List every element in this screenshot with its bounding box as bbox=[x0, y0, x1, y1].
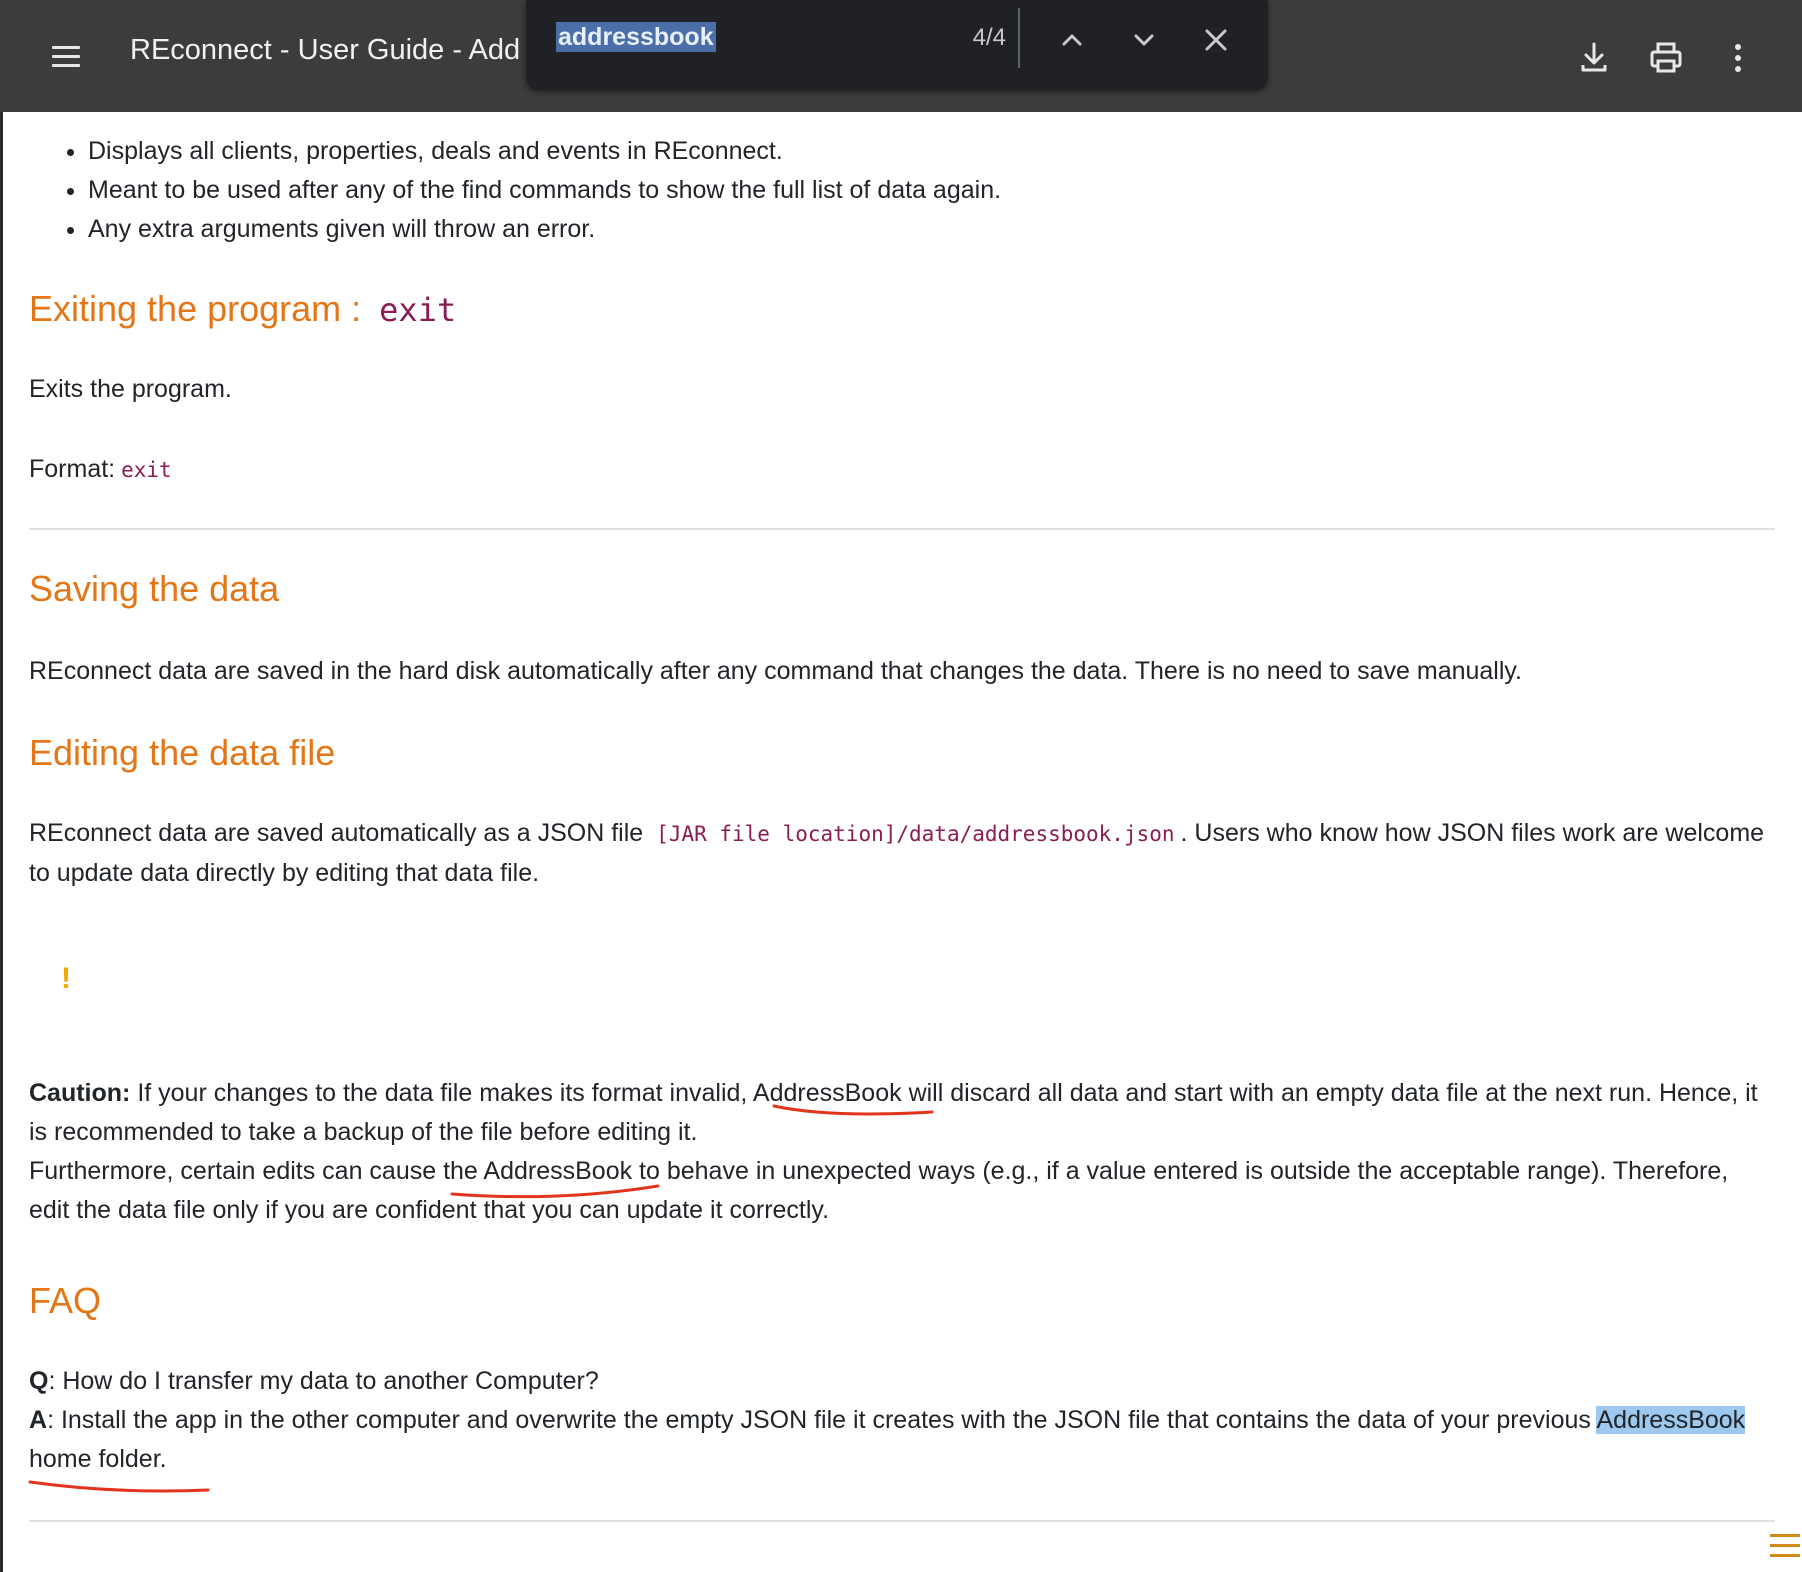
faq-a-text: : Install the app in the other computer … bbox=[47, 1406, 1591, 1434]
caution-part: If your changes to the data file makes i… bbox=[130, 1079, 753, 1107]
document-title: REconnect - User Guide - Add bbox=[130, 34, 521, 66]
data-file-path-code: [JAR file location]/data/addressbook.jso… bbox=[656, 822, 1175, 846]
exit-description: Exits the program. bbox=[29, 375, 232, 403]
find-match-count: 4/4 bbox=[972, 24, 1006, 51]
faq-answer: Q: How do I transfer my data to another … bbox=[29, 1362, 1775, 1479]
caution-text: Caution: If your changes to the data fil… bbox=[29, 1074, 1775, 1230]
caution-part: Furthermore, certain edits can cause the bbox=[29, 1157, 484, 1185]
caution-label: Caution: bbox=[29, 1079, 131, 1107]
section-divider bbox=[29, 528, 1775, 530]
editing-text: REconnect data are saved automatically a… bbox=[29, 814, 1775, 893]
find-separator bbox=[1018, 8, 1020, 68]
download-icon[interactable] bbox=[1572, 36, 1616, 80]
annotation-underline bbox=[450, 1184, 660, 1199]
bullet-list: Displays all clients, properties, deals … bbox=[29, 132, 1001, 249]
editing-text-before: REconnect data are saved automatically a… bbox=[29, 819, 644, 847]
more-vert-icon[interactable] bbox=[1716, 36, 1760, 80]
list-item: Displays all clients, properties, deals … bbox=[88, 132, 1001, 171]
close-icon[interactable] bbox=[1194, 18, 1238, 62]
faq-a-label: A bbox=[29, 1406, 48, 1434]
print-icon[interactable] bbox=[1644, 36, 1688, 80]
faq-q-text: : How do I transfer my data to another C… bbox=[48, 1367, 599, 1395]
faq-a-end: home folder. bbox=[29, 1445, 167, 1473]
heading-code: exit bbox=[379, 291, 457, 329]
scrollbar-match-marker bbox=[1770, 1554, 1800, 1557]
menu-icon[interactable] bbox=[40, 36, 92, 76]
find-bar: addressbook 4/4 bbox=[526, 0, 1268, 90]
heading-editing-data-file: Editing the data file bbox=[29, 732, 336, 773]
format-code: exit bbox=[121, 458, 172, 482]
faq-q-label: Q bbox=[29, 1367, 49, 1395]
format-label: Format: bbox=[29, 455, 116, 483]
warning-icon: ! bbox=[61, 962, 71, 995]
chevron-up-icon[interactable] bbox=[1050, 18, 1094, 62]
scrollbar-match-marker bbox=[1770, 1534, 1800, 1537]
scrollbar-match-marker bbox=[1770, 1544, 1800, 1547]
heading-saving-data: Saving the data bbox=[29, 568, 280, 609]
heading-faq: FAQ bbox=[29, 1280, 102, 1321]
section-divider bbox=[29, 1520, 1775, 1522]
saving-text: REconnect data are saved in the hard dis… bbox=[29, 657, 1523, 685]
window-left-border bbox=[0, 0, 3, 1572]
list-item: Any extra arguments given will throw an … bbox=[88, 210, 1001, 249]
exit-format: Format: exit bbox=[29, 450, 178, 490]
heading-exiting-program: Exiting the program : exit bbox=[29, 288, 456, 330]
chevron-down-icon[interactable] bbox=[1122, 18, 1166, 62]
annotation-underline bbox=[772, 1104, 934, 1116]
annotation-underline bbox=[28, 1480, 210, 1493]
list-item: Meant to be used after any of the find c… bbox=[88, 171, 1001, 210]
find-input[interactable]: addressbook bbox=[556, 22, 716, 52]
find-match-highlight: AddressBook bbox=[1596, 1406, 1746, 1434]
heading-text: Exiting the program : bbox=[29, 288, 362, 329]
